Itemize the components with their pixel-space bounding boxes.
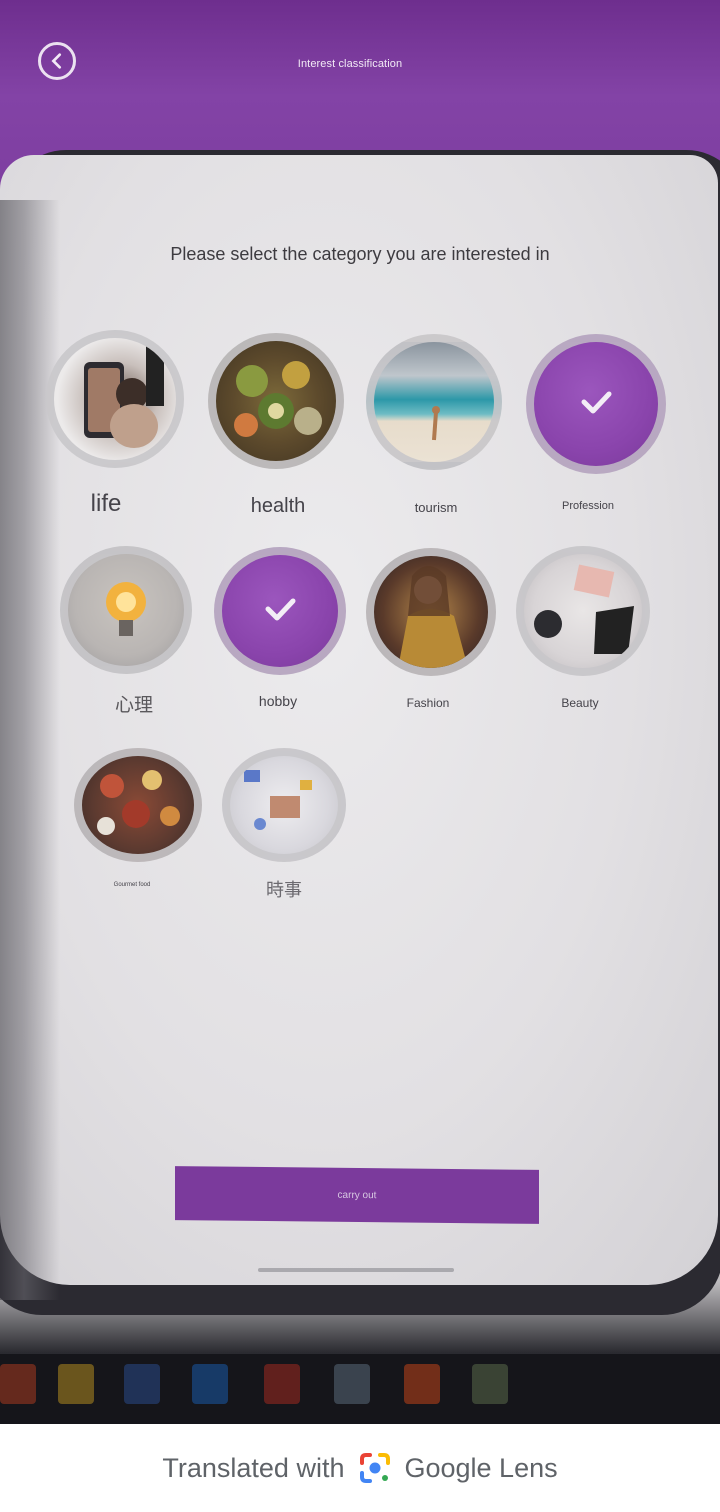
- check-icon: [576, 382, 616, 427]
- category-tile-life[interactable]: life: [46, 330, 186, 517]
- page-title: Interest classification: [297, 58, 403, 70]
- google-lens-wordmark: Google Lens: [404, 1452, 558, 1483]
- check-icon: [260, 589, 300, 634]
- category-label: tourism: [414, 500, 458, 515]
- google-lens-attribution: Translated with Google Lens: [0, 1424, 720, 1512]
- back-button[interactable]: [38, 42, 76, 80]
- carry-out-button[interactable]: carry out: [175, 1166, 539, 1224]
- taskbar-app-icon: [334, 1364, 370, 1404]
- category-tile-profession[interactable]: Profession: [526, 334, 666, 514]
- category-label: Profession: [562, 500, 614, 512]
- category-label: health: [250, 495, 306, 517]
- taskbar-folder-icon: [58, 1364, 94, 1404]
- taskbar-app-icon: [0, 1364, 36, 1404]
- taskbar-app-icon: [264, 1364, 300, 1404]
- category-label: 心理: [114, 695, 153, 716]
- taskbar-app-icon: [124, 1364, 160, 1404]
- category-label: Fashion: [406, 696, 450, 710]
- category-tile-current-affairs[interactable]: 時事: [222, 748, 362, 928]
- taskbar-app-icon: [192, 1364, 228, 1404]
- category-tile-health[interactable]: health: [208, 333, 348, 517]
- category-tile-hobby[interactable]: hobby: [214, 547, 354, 727]
- taskbar-app-icon: [404, 1364, 440, 1404]
- beach-photo-icon: [366, 334, 502, 470]
- category-tile-tourism[interactable]: tourism: [366, 334, 506, 515]
- google-lens-icon: [360, 1453, 391, 1483]
- taskbar-app-icon: [472, 1364, 508, 1404]
- salad-bowls-photo-icon: [208, 333, 344, 469]
- category-tile-gourmet-food[interactable]: Gourmet food: [74, 748, 214, 928]
- category-tile-fashion[interactable]: Fashion: [366, 548, 506, 728]
- selected-overlay: [214, 547, 346, 675]
- selfie-photo-icon: [46, 330, 184, 468]
- desk-work-photo-icon: [222, 748, 346, 862]
- category-label: Gourmet food: [113, 882, 151, 888]
- selected-overlay: [526, 334, 666, 474]
- food-table-photo-icon: [74, 748, 202, 862]
- chevron-left-icon: [51, 53, 62, 69]
- lightbulb-photo-icon: [60, 546, 192, 674]
- category-tile-psychology[interactable]: 心理: [60, 546, 200, 726]
- desktop-taskbar: [0, 1354, 720, 1424]
- portrait-photo-icon: [366, 548, 496, 676]
- category-label: hobby: [258, 693, 298, 709]
- photographed-screen: Interest classification Please select th…: [0, 0, 720, 1424]
- category-label: life: [90, 490, 122, 517]
- category-label: 時事: [266, 880, 302, 900]
- selection-prompt: Please select the category you are inter…: [170, 244, 550, 264]
- makeup-palette-photo-icon: [516, 546, 650, 676]
- attribution-lead-text: Translated with: [162, 1452, 345, 1483]
- category-label: Beauty: [561, 696, 599, 710]
- category-tile-beauty[interactable]: Beauty: [516, 546, 656, 726]
- home-indicator: [258, 1268, 454, 1272]
